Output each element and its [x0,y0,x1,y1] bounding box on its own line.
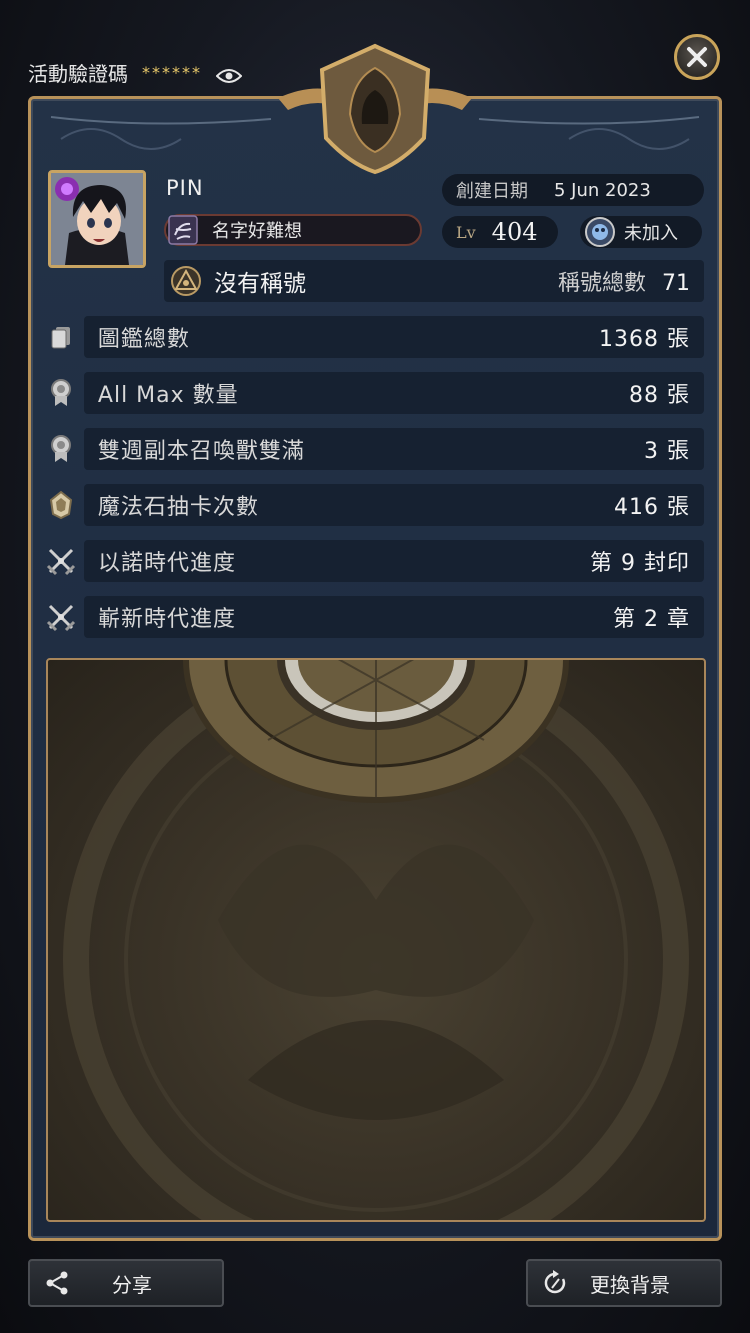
guild-name: 名字好難想 [212,221,302,242]
stat-row-collection: 圖鑑總數 1368 張 [44,316,704,358]
stat-label: 以諾時代進度 [98,551,237,576]
stat-value: 1368 張 [599,327,690,352]
guild-name-pill[interactable]: 名字好難想 [164,214,422,246]
level-value: 404 [491,218,538,246]
stat-value: 416 張 [614,495,690,520]
player-name: PIN [166,176,204,200]
verification-code-label: 活動驗證碼 [28,62,128,86]
avatar[interactable] [48,170,146,268]
share-button[interactable]: 分享 [28,1259,224,1307]
stat-row-biweekly: 雙週副本召喚獸雙滿 3 張 [44,428,704,470]
stat-row-enoch: 以諾時代進度 第 9 封印 [44,540,704,582]
stat-value: 88 張 [629,383,690,408]
eye-icon[interactable] [215,65,243,83]
change-background-button[interactable]: 更換背景 [526,1259,722,1307]
change-background-label: 更換背景 [590,1272,670,1297]
close-icon [687,47,707,67]
close-button[interactable] [674,34,720,80]
guild-orb-icon [584,216,616,248]
title-count-label: 稱號總數 [557,271,646,296]
title-count: 稱號總數 71 [558,265,690,297]
current-title: 沒有稱號 [214,271,306,297]
guild-emblem-icon [168,215,198,245]
verification-code-bar: 活動驗證碼 ****** [28,58,243,87]
stat-row-new-era: 嶄新時代進度 第 2 章 [44,596,704,638]
medal-icon [46,434,76,464]
share-label: 分享 [112,1272,152,1297]
verification-code-value: ****** [142,63,202,82]
title-emblem-icon [170,265,202,297]
creation-date-label: 創建日期 [456,181,528,202]
stat-label: 圖鑑總數 [97,327,190,352]
creation-date-value: 5 Jun 2023 [554,179,651,201]
title-count-value: 71 [662,271,690,296]
stat-label: All Max 數量 [97,383,239,408]
card-stack-icon [46,322,76,352]
level-label: Lv [456,222,476,242]
gem-icon [46,490,76,520]
stat-value: 第 2 章 [613,607,690,632]
level-pill: Lv 404 [442,216,558,248]
hooded-crest-icon [278,43,472,175]
stat-value: 第 9 封印 [590,551,690,576]
crossed-swords-icon [46,546,76,576]
stat-row-allmax: All Max 數量 88 張 [44,372,704,414]
crossed-swords-icon [46,602,76,632]
stat-label: 魔法石抽卡次數 [97,495,259,520]
profile-background-art [46,658,706,1222]
stat-label: 嶄新時代進度 [98,607,237,632]
guild-status-pill[interactable]: 未加入 [580,216,702,248]
medal-icon [46,378,76,408]
refresh-icon [540,1268,570,1298]
stat-value: 3 張 [644,439,690,464]
title-bar[interactable]: 沒有稱號 稱號總數 71 [164,260,704,302]
stat-row-draws: 魔法石抽卡次數 416 張 [44,484,704,526]
stat-label: 雙週副本召喚獸雙滿 [97,439,305,464]
guild-status-text: 未加入 [624,223,678,244]
share-icon [42,1268,72,1298]
creation-date-pill: 創建日期 5 Jun 2023 [442,174,704,206]
